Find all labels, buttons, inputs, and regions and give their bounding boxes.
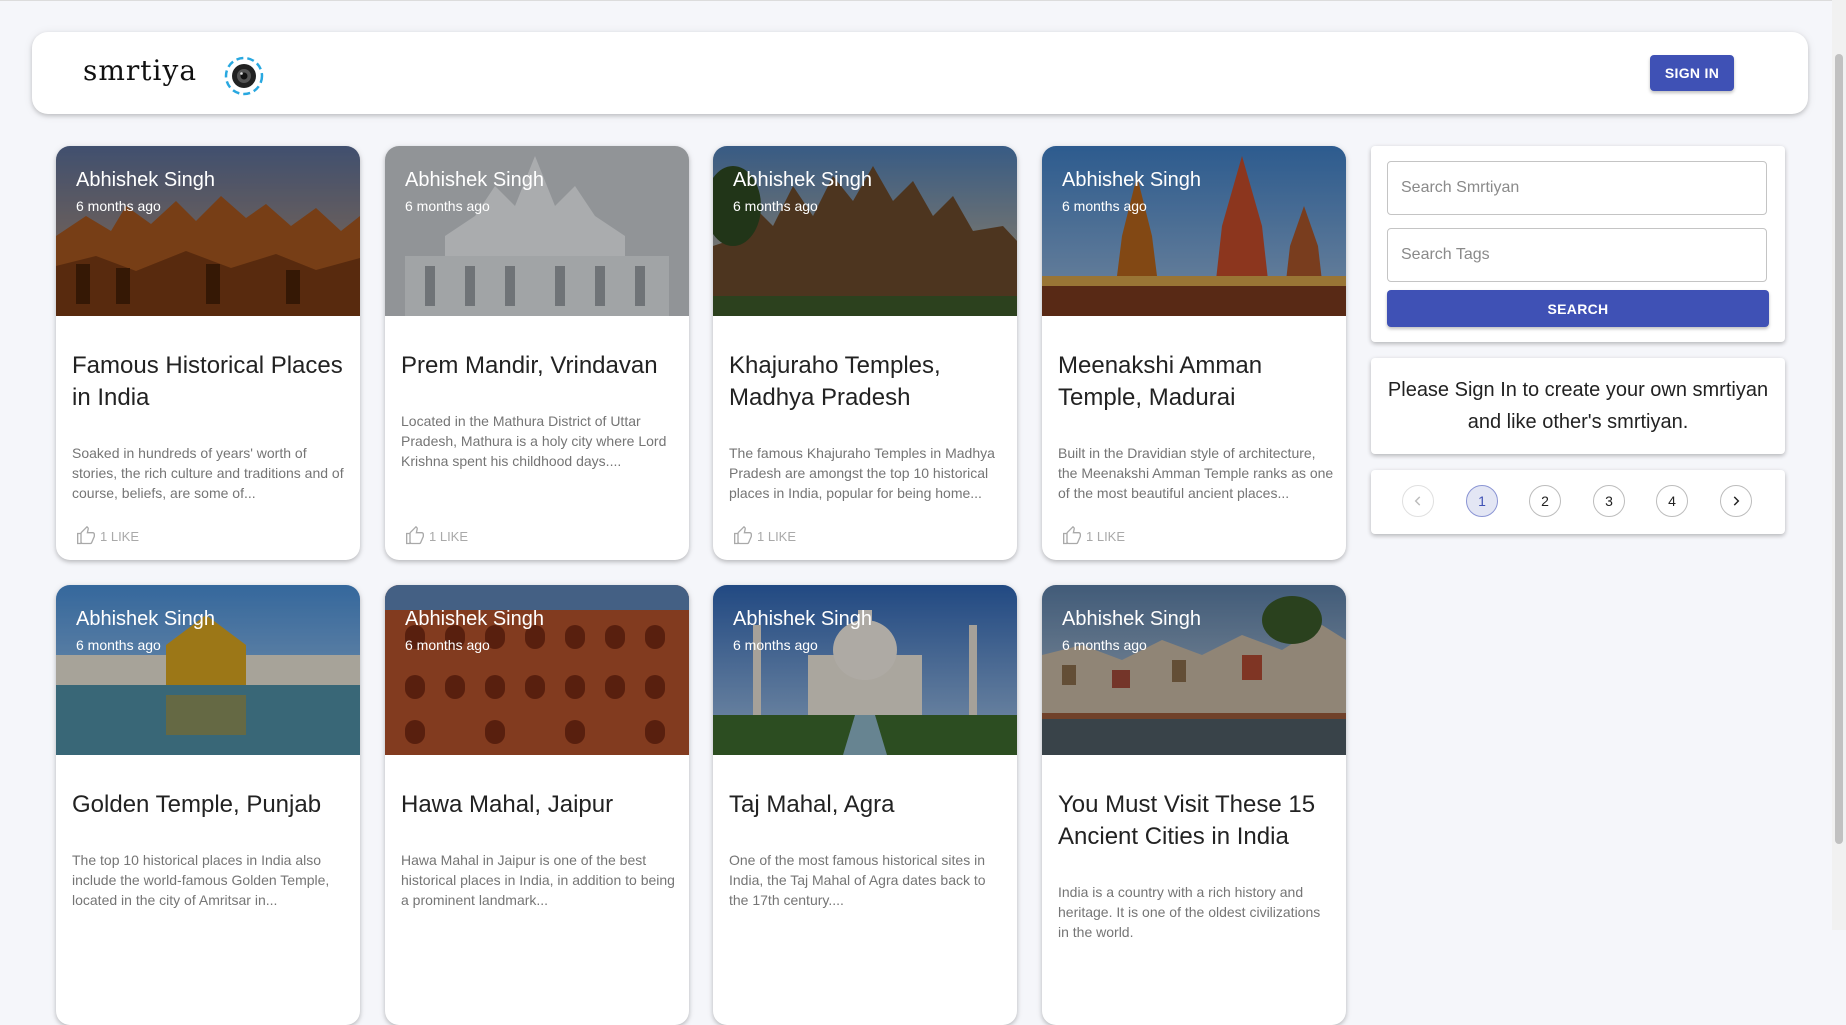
memory-card[interactable]: Abhishek Singh 6 months ago Taj Mahal, A… xyxy=(713,585,1017,1025)
card-title: Prem Mandir, Vrindavan xyxy=(401,352,658,379)
page-4-button[interactable]: 4 xyxy=(1656,485,1688,517)
thumb-up-icon xyxy=(1063,526,1081,545)
card-message: Soaked in hundreds of years' worth of st… xyxy=(72,445,344,501)
thumb-up-icon xyxy=(77,526,95,545)
page-1-button[interactable]: 1 xyxy=(1466,485,1498,517)
app-bar: smrtiya SIGN IN xyxy=(32,32,1808,114)
scrollbar-thumb[interactable] xyxy=(1835,54,1843,844)
memory-card[interactable]: Abhishek Singh 6 months ago Hawa Mahal, … xyxy=(385,585,689,1025)
post-time: 6 months ago xyxy=(733,637,818,653)
post-time: 6 months ago xyxy=(1062,198,1147,214)
memory-card[interactable]: Abhishek Singh 6 months ago Khajuraho Te… xyxy=(713,146,1017,560)
author-name: Abhishek Singh xyxy=(405,169,544,191)
card-title: You Must Visit These 15 Ancient Cities i… xyxy=(1058,791,1316,850)
author-name: Abhishek Singh xyxy=(1062,169,1201,191)
like-button[interactable]: 1 LIKE xyxy=(405,526,468,546)
signin-prompt-text: Please Sign In to create your own smrtiy… xyxy=(1387,379,1769,433)
camera-lens-icon xyxy=(224,56,264,96)
like-button[interactable]: 1 LIKE xyxy=(1062,526,1125,546)
author-name: Abhishek Singh xyxy=(1062,608,1201,630)
search-button[interactable]: SEARCH xyxy=(1387,290,1769,327)
like-count: 1 LIKE xyxy=(757,528,797,544)
author-name: Abhishek Singh xyxy=(733,169,872,191)
card-title: Golden Temple, Punjab xyxy=(72,791,322,818)
chevron-left-icon xyxy=(1414,496,1421,506)
search-panel: SEARCH xyxy=(1371,146,1785,342)
top-border xyxy=(0,0,1846,1)
post-time: 6 months ago xyxy=(733,198,818,214)
like-button[interactable]: 1 LIKE xyxy=(76,526,139,546)
card-title: Hawa Mahal, Jaipur xyxy=(401,791,614,818)
memory-card[interactable]: Abhishek Singh 6 months ago Prem Mandir,… xyxy=(385,146,689,560)
card-title: Taj Mahal, Agra xyxy=(729,791,895,818)
pagination: 1 2 3 4 xyxy=(1371,470,1785,534)
card-title: Meenakshi Amman Temple, Madurai xyxy=(1058,352,1263,411)
author-name: Abhishek Singh xyxy=(76,608,215,630)
sign-in-button[interactable]: SIGN IN xyxy=(1650,55,1734,91)
like-button[interactable]: 1 LIKE xyxy=(733,526,796,546)
author-name: Abhishek Singh xyxy=(76,169,215,191)
card-title: Khajuraho Temples, Madhya Pradesh xyxy=(729,352,941,411)
card-message: Built in the Dravidian style of architec… xyxy=(1058,445,1334,501)
signin-note-panel: Please Sign In to create your own smrtiy… xyxy=(1371,358,1785,454)
thumb-up-icon xyxy=(734,526,752,545)
card-message: The famous Khajuraho Temples in Madhya P… xyxy=(729,445,995,501)
page-3-button[interactable]: 3 xyxy=(1593,485,1625,517)
post-time: 6 months ago xyxy=(76,198,161,214)
like-count: 1 LIKE xyxy=(100,528,140,544)
post-time: 6 months ago xyxy=(405,198,490,214)
brand-name[interactable]: smrtiya xyxy=(83,54,197,87)
thumb-up-icon xyxy=(406,526,424,545)
memory-card[interactable]: Abhishek Singh 6 months ago Famous Histo… xyxy=(56,146,360,560)
memory-card[interactable]: Abhishek Singh 6 months ago You Must Vis… xyxy=(1042,585,1346,1025)
post-time: 6 months ago xyxy=(76,637,161,653)
vertical-scrollbar[interactable] xyxy=(1832,0,1846,930)
page-2-button[interactable]: 2 xyxy=(1529,485,1561,517)
post-time: 6 months ago xyxy=(405,637,490,653)
card-message: Located in the Mathura District of Uttar… xyxy=(401,413,667,469)
prev-page-button[interactable] xyxy=(1402,485,1434,517)
memory-card[interactable]: Abhishek Singh 6 months ago Meenakshi Am… xyxy=(1042,146,1346,560)
author-name: Abhishek Singh xyxy=(405,608,544,630)
card-title: Famous Historical Places in India xyxy=(72,352,343,411)
memory-card[interactable]: Abhishek Singh 6 months ago Golden Templ… xyxy=(56,585,360,1025)
card-message: Hawa Mahal in Jaipur is one of the best … xyxy=(401,852,675,908)
search-memories-input[interactable] xyxy=(1387,161,1767,215)
post-time: 6 months ago xyxy=(1062,637,1147,653)
search-tags-input[interactable] xyxy=(1387,228,1767,282)
like-count: 1 LIKE xyxy=(429,528,469,544)
card-message: The top 10 historical places in India al… xyxy=(72,852,330,908)
like-count: 1 LIKE xyxy=(1086,528,1126,544)
author-name: Abhishek Singh xyxy=(733,608,872,630)
chevron-right-icon xyxy=(1733,496,1740,506)
card-message: One of the most famous historical sites … xyxy=(729,852,986,908)
card-message: India is a country with a rich history a… xyxy=(1058,884,1321,940)
next-page-button[interactable] xyxy=(1720,485,1752,517)
